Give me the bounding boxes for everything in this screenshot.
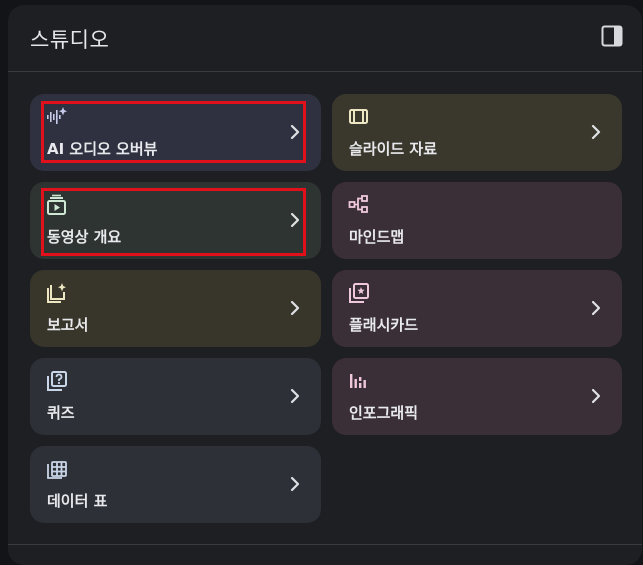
card-label: 인포그래픽 — [349, 404, 419, 422]
data-table-icon — [46, 458, 68, 480]
card-data-table[interactable]: 데이터 표 — [30, 446, 321, 523]
chevron-right-icon — [590, 123, 602, 141]
chevron-right-icon — [289, 387, 301, 405]
card-label: 동영상 개요 — [47, 228, 122, 246]
divider — [8, 544, 642, 545]
video-overview-icon — [46, 194, 68, 216]
chevron-right-icon — [289, 211, 301, 229]
card-video-overview[interactable]: 동영상 개요 — [30, 182, 321, 259]
card-label: 퀴즈 — [47, 404, 75, 422]
audio-sparkle-icon — [46, 106, 68, 128]
card-label: 플래시카드 — [349, 316, 419, 334]
infographic-icon — [348, 370, 370, 392]
card-quiz[interactable]: 퀴즈 — [30, 358, 321, 435]
studio-title: 스튜디오 — [30, 28, 110, 52]
card-label: 보고서 — [47, 316, 89, 334]
card-label: AI 오디오 오버뷰 — [47, 140, 158, 158]
card-slides[interactable]: 슬라이드 자료 — [332, 94, 622, 171]
card-label: 마인드맵 — [349, 228, 405, 246]
card-label: 데이터 표 — [47, 492, 108, 510]
mind-map-icon — [348, 194, 370, 216]
flashcard-icon — [348, 282, 370, 304]
card-flashcards[interactable]: 플래시카드 — [332, 270, 622, 347]
slides-icon — [348, 106, 370, 128]
card-mind-map[interactable]: 마인드맵 — [332, 182, 622, 259]
chevron-right-icon — [289, 123, 301, 141]
card-infographic[interactable]: 인포그래픽 — [332, 358, 622, 435]
chevron-right-icon — [289, 299, 301, 317]
side-panel-icon[interactable] — [601, 25, 623, 47]
card-label: 슬라이드 자료 — [349, 140, 438, 158]
studio-header: 스튜디오 — [8, 5, 642, 72]
chevron-right-icon — [590, 387, 602, 405]
quiz-icon — [46, 370, 68, 392]
chevron-right-icon — [289, 475, 301, 493]
report-icon — [46, 282, 68, 304]
card-report[interactable]: 보고서 — [30, 270, 321, 347]
chevron-right-icon — [590, 299, 602, 317]
studio-panel: 스튜디오 AI 오디오 오버뷰 슬라이드 자료 동영상 개요 마인드맵 보고서 … — [8, 5, 642, 565]
card-audio-overview[interactable]: AI 오디오 오버뷰 — [30, 94, 321, 171]
